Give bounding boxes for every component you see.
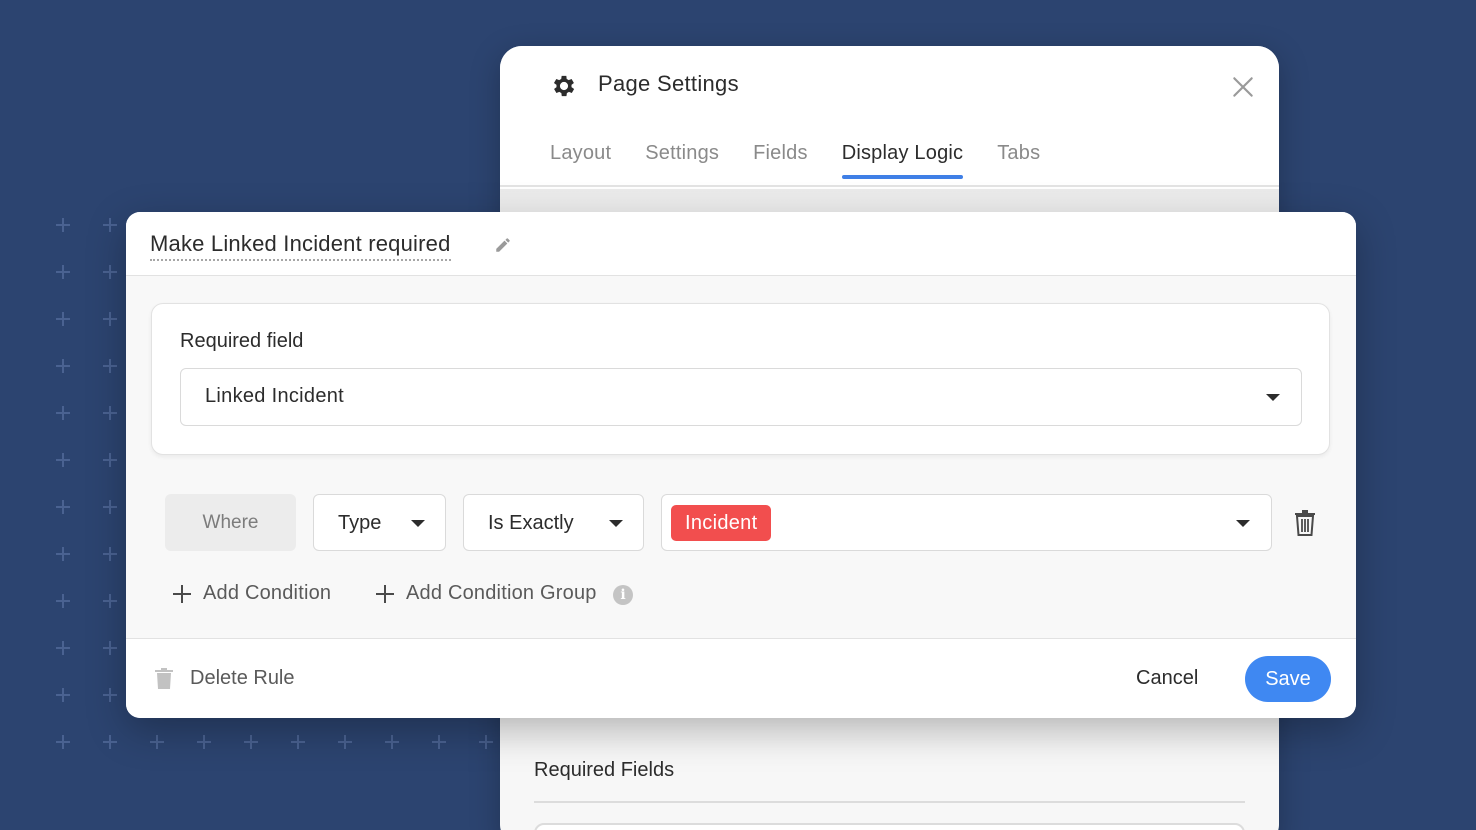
- plus-decoration: [103, 312, 117, 326]
- condition-operator-value: Is Exactly: [488, 512, 574, 534]
- pencil-icon[interactable]: [494, 236, 512, 254]
- delete-rule-button[interactable]: Delete Rule: [154, 667, 295, 690]
- add-condition-group-button[interactable]: Add Condition Group: [376, 582, 597, 605]
- plus-decoration: [479, 735, 493, 749]
- tab-display-logic[interactable]: Display Logic: [841, 142, 964, 179]
- plus-decoration: [56, 265, 70, 279]
- add-condition-group-label: Add Condition Group: [406, 582, 597, 604]
- plus-decoration: [150, 735, 164, 749]
- required-field-label: Required field: [180, 330, 304, 352]
- plus-decoration: [385, 735, 399, 749]
- required-field-card: Required field Linked Incident: [151, 303, 1330, 455]
- trash-icon: [155, 667, 173, 689]
- rule-title[interactable]: Make Linked Incident required: [150, 231, 451, 261]
- plus-decoration: [56, 359, 70, 373]
- plus-decoration: [338, 735, 352, 749]
- caret-down-icon: [411, 520, 425, 527]
- plus-icon: [173, 584, 191, 603]
- where-label: Where: [165, 494, 296, 551]
- page-settings-title: Page Settings: [598, 71, 739, 96]
- trash-icon[interactable]: [1294, 510, 1316, 536]
- condition-value-tag[interactable]: Incident: [671, 505, 772, 541]
- rule-header: Make Linked Incident required: [126, 212, 1356, 276]
- plus-decoration: [432, 735, 446, 749]
- required-field-select[interactable]: Linked Incident: [180, 368, 1302, 426]
- display-rule-modal: Make Linked Incident required Required f…: [126, 212, 1356, 718]
- plus-decoration: [56, 218, 70, 232]
- required-field-value: Linked Incident: [205, 385, 345, 407]
- settings-tabs: Layout Settings Fields Display Logic Tab…: [550, 142, 1074, 179]
- plus-icon: [376, 584, 394, 603]
- plus-decoration: [291, 735, 305, 749]
- condition-value-select[interactable]: Incident: [661, 494, 1272, 551]
- tab-settings[interactable]: Settings: [645, 142, 719, 175]
- plus-decoration: [56, 594, 70, 608]
- required-fields-heading: Required Fields: [534, 759, 675, 781]
- required-fields-list: [534, 823, 1245, 830]
- plus-decoration: [56, 500, 70, 514]
- caret-down-icon: [1236, 520, 1250, 527]
- plus-decoration: [103, 406, 117, 420]
- plus-decoration: [56, 312, 70, 326]
- plus-decoration: [103, 500, 117, 514]
- condition-field-select[interactable]: Type: [313, 494, 446, 551]
- rule-footer: Delete Rule Cancel Save: [126, 638, 1356, 718]
- plus-decoration: [103, 641, 117, 655]
- plus-decoration: [56, 547, 70, 561]
- plus-decoration: [103, 594, 117, 608]
- plus-decoration: [244, 735, 258, 749]
- gear-icon: [553, 75, 575, 97]
- close-icon[interactable]: [1230, 74, 1256, 100]
- plus-decoration: [56, 735, 70, 749]
- page-settings-header: Page Settings Layout Settings Fields Dis…: [500, 46, 1279, 187]
- plus-decoration: [197, 735, 211, 749]
- plus-decoration: [103, 688, 117, 702]
- condition-field-value: Type: [338, 512, 382, 534]
- tab-fields[interactable]: Fields: [753, 142, 808, 175]
- plus-decoration: [103, 218, 117, 232]
- save-button[interactable]: Save: [1245, 656, 1331, 702]
- add-condition-label: Add Condition: [203, 582, 332, 604]
- plus-decoration: [103, 265, 117, 279]
- plus-decoration: [103, 735, 117, 749]
- tab-layout[interactable]: Layout: [550, 142, 611, 175]
- plus-decoration: [56, 406, 70, 420]
- plus-decoration: [103, 453, 117, 467]
- plus-decoration: [56, 453, 70, 467]
- info-icon[interactable]: i: [613, 585, 633, 605]
- cancel-button[interactable]: Cancel: [1136, 667, 1198, 690]
- divider: [534, 801, 1245, 803]
- plus-decoration: [56, 688, 70, 702]
- plus-decoration: [56, 641, 70, 655]
- condition-operator-select[interactable]: Is Exactly: [463, 494, 644, 551]
- plus-decoration: [103, 359, 117, 373]
- plus-decoration: [103, 547, 117, 561]
- tab-tabs[interactable]: Tabs: [997, 142, 1040, 175]
- delete-rule-label: Delete Rule: [190, 667, 295, 689]
- caret-down-icon: [609, 520, 623, 527]
- add-condition-button[interactable]: Add Condition: [173, 582, 331, 605]
- caret-down-icon: [1266, 394, 1280, 401]
